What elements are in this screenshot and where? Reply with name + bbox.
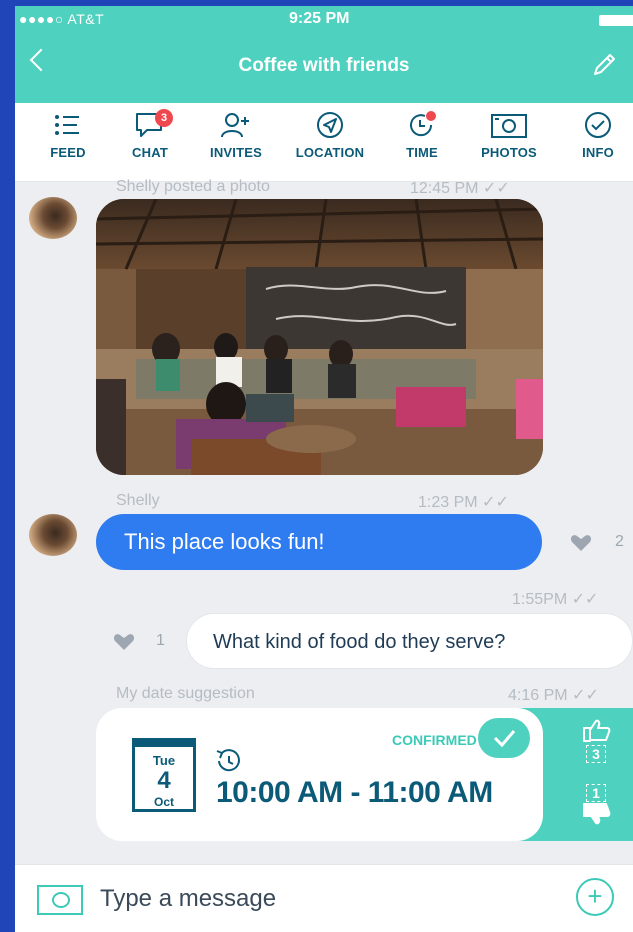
status-badge: CONFIRMED: [392, 732, 477, 748]
tab-invites[interactable]: INVITES: [196, 111, 276, 160]
thumbs-up-icon: [583, 719, 611, 742]
check-circle-icon: [585, 112, 611, 138]
camera-icon[interactable]: [37, 885, 83, 915]
time-icon: [410, 111, 436, 137]
pencil-icon[interactable]: [591, 52, 617, 78]
photo-post-caption: Shelly posted a photo: [116, 178, 270, 195]
tab-photos-label: PHOTOS: [481, 145, 537, 160]
tab-bar: FEED 3 CHAT INVITES LOCATION TIME PHOTOS…: [15, 103, 633, 182]
tab-feed[interactable]: FEED: [28, 111, 108, 160]
calendar-icon: Tue 4 Oct: [132, 738, 196, 812]
suggested-time-range: 10:00 AM - 11:00 AM: [216, 776, 493, 809]
tab-invites-label: INVITES: [210, 145, 262, 160]
location-arrow-icon: [317, 112, 343, 138]
upvote-count: 3: [586, 745, 606, 763]
calendar-header-bar: [132, 738, 196, 747]
message-composer: Type a message +: [15, 864, 633, 932]
check-icon: [493, 730, 516, 748]
tab-feed-label: FEED: [50, 145, 86, 160]
message-time: 1:23 PM ✓✓: [418, 494, 509, 511]
add-person-icon: [221, 113, 249, 138]
calendar-day: 4: [157, 767, 171, 794]
date-card-body: Tue 4 Oct 10:00 AM - 11:00 AM CONFIRMED: [96, 708, 543, 841]
carrier-label: ●●●●○ AT&T: [19, 11, 105, 27]
message-input[interactable]: Type a message: [100, 885, 276, 913]
feed-icon: [55, 115, 79, 135]
heart-icon[interactable]: [570, 534, 592, 552]
page-title: Coffee with friends: [238, 55, 410, 76]
date-suggestion-card[interactable]: 3 1 Tue 4 Oct 10:00 AM - 11:00 AM CONFIR…: [96, 708, 633, 841]
upvote-button[interactable]: 3: [576, 718, 616, 763]
cafe-photo-image: [96, 199, 543, 475]
outgoing-message-bubble[interactable]: What kind of food do they serve?: [186, 613, 633, 669]
history-clock-icon: [216, 749, 240, 772]
chat-badge: 3: [155, 109, 173, 127]
app-screen: ●●●●○ AT&T 9:25 PM Coffee with friends F…: [15, 6, 633, 932]
tab-location-label: LOCATION: [295, 145, 365, 160]
message-time: 1:55PM ✓✓: [512, 591, 599, 608]
sender-name: Shelly: [116, 492, 160, 509]
camera-icon: [491, 114, 527, 138]
suggestion-caption: My date suggestion: [116, 685, 255, 702]
tab-location[interactable]: LOCATION: [290, 111, 370, 160]
tab-info[interactable]: INFO: [558, 111, 633, 160]
battery-icon: [599, 15, 633, 26]
shared-photo[interactable]: [96, 199, 543, 475]
thumbs-down-icon: [583, 803, 611, 825]
like-count: 2: [615, 533, 624, 550]
incoming-message-bubble[interactable]: This place looks fun!: [96, 514, 542, 570]
calendar-weekday: Tue: [152, 753, 176, 768]
clock: 9:25 PM: [289, 10, 350, 27]
tab-info-label: INFO: [582, 145, 614, 160]
tab-chat[interactable]: 3 CHAT: [110, 109, 190, 160]
downvote-count: 1: [586, 784, 606, 802]
downvote-button[interactable]: 1: [576, 784, 616, 829]
tab-time[interactable]: TIME: [382, 111, 462, 160]
photo-post-time: 12:45 PM ✓✓: [410, 180, 510, 197]
calendar-month: Oct: [153, 795, 174, 809]
avatar[interactable]: [29, 197, 77, 239]
tab-chat-label: CHAT: [132, 145, 168, 160]
suggestion-time: 4:16 PM ✓✓: [508, 687, 599, 704]
confirm-button[interactable]: [478, 718, 530, 758]
header-bar: ●●●●○ AT&T 9:25 PM Coffee with friends: [15, 6, 633, 103]
heart-icon[interactable]: [113, 633, 135, 651]
avatar[interactable]: [29, 514, 77, 556]
like-count: 1: [156, 632, 165, 649]
tab-time-label: TIME: [406, 145, 438, 160]
add-button[interactable]: +: [576, 878, 614, 916]
tab-photos[interactable]: PHOTOS: [469, 111, 549, 160]
status-bar: ●●●●○ AT&T 9:25 PM: [15, 6, 633, 32]
